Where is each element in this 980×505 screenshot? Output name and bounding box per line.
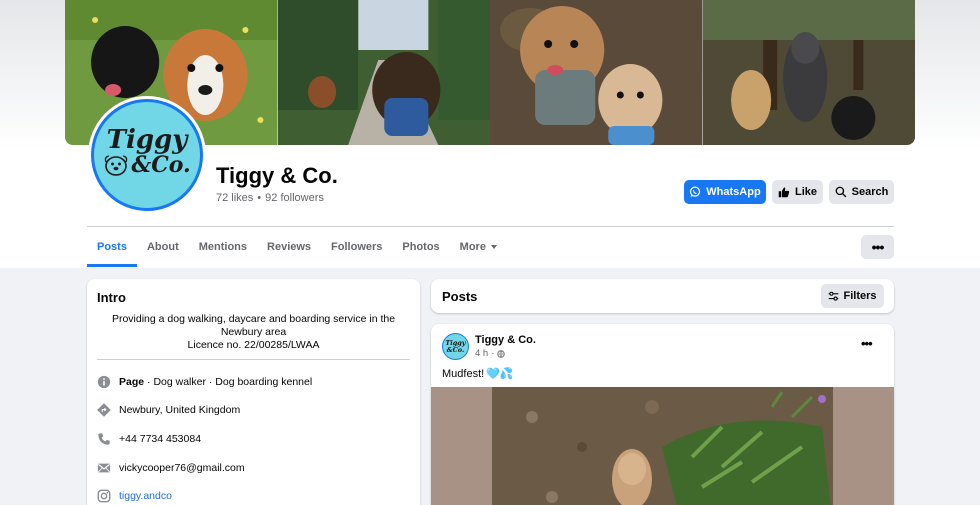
post-photo <box>492 387 833 505</box>
category-rest: · Dog walker · Dog boarding kennel <box>144 376 313 388</box>
email-text[interactable]: vickycooper76@gmail.com <box>119 462 245 474</box>
info-icon <box>97 375 111 389</box>
dog-face-icon <box>105 155 128 176</box>
like-label: Like <box>794 186 817 198</box>
profile-picture[interactable]: Tiggy &Co. <box>88 96 206 214</box>
logo-row: &Co. <box>103 152 191 178</box>
post-text: Mudfest! 🩵💦 <box>442 367 514 381</box>
profile-logo: Tiggy &Co. <box>91 99 203 211</box>
caret-down-icon <box>490 245 497 249</box>
followers-count[interactable]: 92 followers <box>265 192 324 204</box>
phone-text: +44 7734 453084 <box>119 433 202 445</box>
licence-line: Licence no. 22/00285/LWAA <box>187 339 320 351</box>
instagram-link[interactable]: tiggy.andco <box>119 490 172 502</box>
post-emoji: 🩵💦 <box>486 368 514 380</box>
whatsapp-label: WhatsApp <box>706 186 761 198</box>
intro-divider <box>97 359 410 360</box>
filters-label: Filters <box>843 290 877 302</box>
tab-photos[interactable]: Photos <box>392 227 449 267</box>
category-text: Page · Dog walker · Dog boarding kennel <box>119 376 312 388</box>
likes-count[interactable]: 72 likes <box>216 192 253 204</box>
cover-photo-panel-4 <box>702 0 915 145</box>
whatsapp-icon <box>690 186 701 197</box>
phone-icon <box>98 433 110 445</box>
globe-icon <box>497 349 506 358</box>
intro-card: Intro Providing a dog walking, daycare a… <box>87 279 420 505</box>
filters-button[interactable]: Filters <box>821 284 884 308</box>
tab-about[interactable]: About <box>137 227 189 267</box>
cover-photo-panel-2 <box>277 0 490 145</box>
filter-icon <box>829 291 839 301</box>
info-location: Newbury, United Kingdom <box>97 403 240 417</box>
post-author[interactable]: Tiggy & Co. <box>475 334 536 346</box>
more-options-button[interactable]: ••• <box>861 235 894 259</box>
tab-more[interactable]: More <box>450 227 507 267</box>
category-prefix: Page <box>119 376 145 388</box>
bio-line: Providing a dog walking, daycare and boa… <box>111 313 396 325</box>
search-label: Search <box>851 186 889 198</box>
post-options-button[interactable]: ••• <box>861 336 873 351</box>
whatsapp-button[interactable]: WhatsApp <box>684 180 766 204</box>
post-meta: 4 h · <box>475 348 506 359</box>
search-icon <box>835 186 846 198</box>
post-time[interactable]: 4 h <box>475 348 488 359</box>
logo-text-line2: &Co. <box>131 152 191 178</box>
location-icon <box>97 403 111 417</box>
page-stats: 72 likes • 92 followers <box>216 192 324 204</box>
tab-reviews[interactable]: Reviews <box>257 227 321 267</box>
page-tabs: Posts About Mentions Reviews Followers P… <box>87 227 507 267</box>
intro-bio: Providing a dog walking, daycare and boa… <box>107 313 400 352</box>
page-title: Tiggy & Co. <box>216 163 338 188</box>
info-email: vickycooper76@gmail.com <box>97 461 245 475</box>
stats-separator: • <box>257 192 262 204</box>
post-card: Tiggy &Co. Tiggy & Co. 4 h · ••• Mudfest… <box>431 324 894 505</box>
intro-title: Intro <box>97 290 126 305</box>
info-phone: +44 7734 453084 <box>97 432 201 446</box>
search-button[interactable]: Search <box>829 180 894 204</box>
like-button[interactable]: Like <box>772 180 823 204</box>
page-header: Tiggy &Co. Tiggy & Co. 72 likes • 92 fol… <box>0 0 980 268</box>
info-category: Page · Dog walker · Dog boarding kennel <box>97 375 312 389</box>
bio-line: Newbury area <box>220 326 287 338</box>
info-instagram: tiggy.andco <box>97 489 172 503</box>
meta-separator: · <box>491 348 495 359</box>
posts-header: Posts Filters <box>431 279 894 313</box>
instagram-icon <box>97 489 111 503</box>
location-text: Newbury, United Kingdom <box>119 404 241 416</box>
post-avatar[interactable]: Tiggy &Co. <box>442 333 469 360</box>
tab-posts[interactable]: Posts <box>87 227 137 267</box>
posts-title: Posts <box>442 289 478 304</box>
post-message: Mudfest! <box>442 367 485 380</box>
mail-icon <box>97 463 111 473</box>
post-image[interactable] <box>431 387 894 505</box>
cover-photo-panel-3 <box>490 0 703 145</box>
tab-followers[interactable]: Followers <box>321 227 392 267</box>
thumbs-up-icon <box>778 187 790 198</box>
tab-mentions[interactable]: Mentions <box>189 227 257 267</box>
tab-more-label: More <box>459 241 486 253</box>
logo-text-line1: Tiggy <box>106 125 188 155</box>
